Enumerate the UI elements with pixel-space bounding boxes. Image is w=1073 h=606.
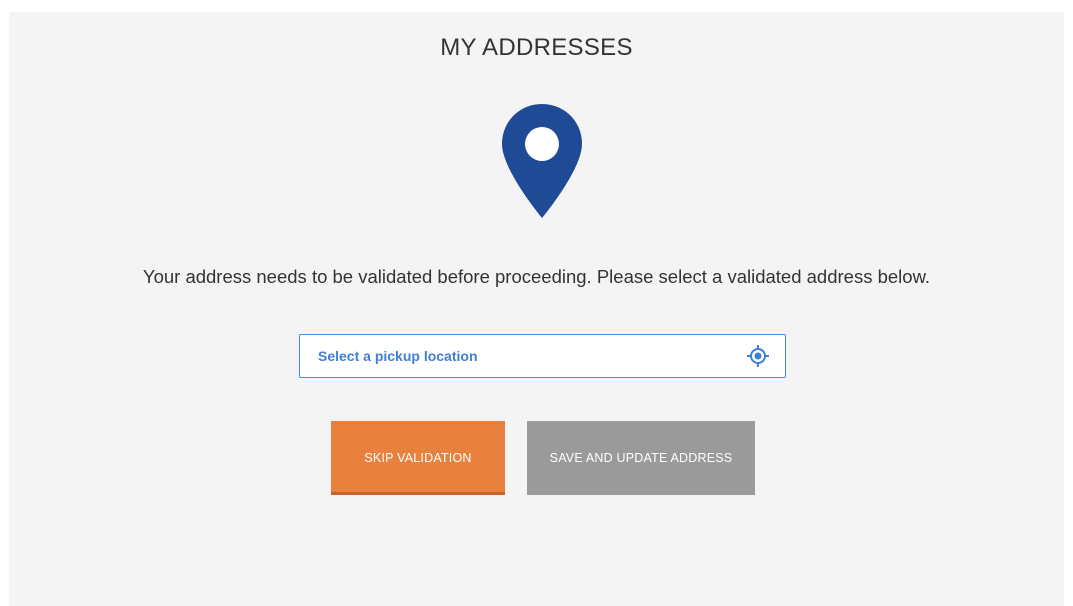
map-pin-icon — [502, 104, 582, 218]
save-and-update-address-button[interactable]: SAVE AND UPDATE ADDRESS — [527, 421, 755, 495]
pickup-location-placeholder: Select a pickup location — [318, 348, 478, 364]
page-title: MY ADDRESSES — [440, 34, 633, 61]
address-panel: MY ADDRESSES Your address needs to be va… — [9, 12, 1064, 606]
locate-target-icon[interactable] — [747, 345, 769, 367]
skip-validation-button[interactable]: SKIP VALIDATION — [331, 421, 505, 495]
pickup-location-select[interactable]: Select a pickup location — [299, 334, 786, 378]
validation-message: Your address needs to be validated befor… — [142, 266, 931, 287]
